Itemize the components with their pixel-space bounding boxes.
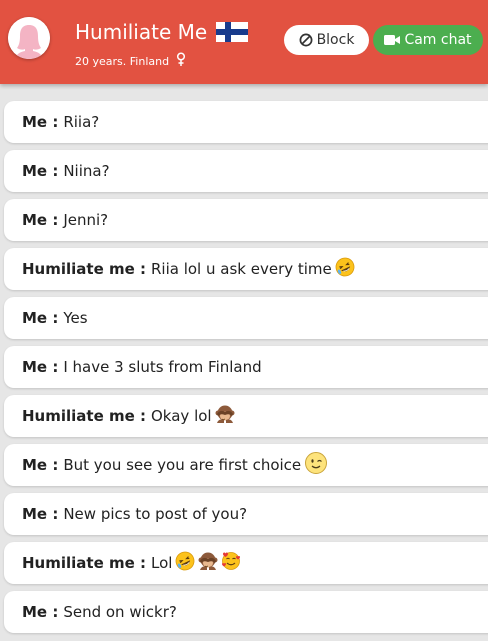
- finland-flag-icon: [215, 22, 248, 42]
- contact-name: Humiliate Me: [75, 19, 248, 45]
- message-sender: Me :: [22, 309, 59, 327]
- message-row: Me :I have 3 sluts from Finland: [4, 346, 488, 388]
- block-button[interactable]: Block: [284, 25, 369, 55]
- message-row: Me : Send on wickr?: [4, 591, 488, 633]
- message-sender: Humiliate me :: [22, 554, 146, 572]
- message-sender: Humiliate me :: [22, 260, 146, 278]
- rofl-emoji-icon: [175, 551, 195, 575]
- contact-subtitle: 20 years. Finland: [75, 52, 186, 70]
- cam-chat-button[interactable]: Cam chat: [373, 25, 483, 55]
- contact-name-text: Humiliate Me: [75, 20, 208, 44]
- message-text: Send on wickr?: [63, 603, 177, 621]
- message-sender: Humiliate me :: [22, 407, 146, 425]
- message-row: Me : But you see you are first choice: [4, 444, 488, 486]
- message-sender: Me :: [22, 505, 59, 523]
- see-no-evil-monkey-emoji-icon: [198, 551, 218, 575]
- message-row: Me : Yes: [4, 297, 488, 339]
- female-symbol-icon: [176, 52, 185, 66]
- avatar[interactable]: [8, 17, 50, 59]
- message-sender: Me :: [22, 358, 59, 376]
- message-row: Me : Riia?: [4, 101, 488, 143]
- cam-chat-button-label: Cam chat: [404, 32, 472, 48]
- message-text: Riia lol u ask every time: [151, 260, 332, 278]
- message-text: Niina?: [63, 162, 110, 180]
- message-text: I have 3 sluts from Finland: [63, 358, 262, 376]
- message-text: But you see you are first choice: [63, 456, 302, 474]
- message-text: Yes: [63, 309, 88, 327]
- message-sender: Me :: [22, 211, 59, 229]
- message-sender: Me :: [22, 113, 59, 131]
- message-row: Humiliate me : Okay lol: [4, 395, 488, 437]
- message-sender: Me :: [22, 603, 59, 621]
- message-sender: Me :: [22, 456, 59, 474]
- message-row: Humiliate me : Riia lol u ask every time: [4, 248, 488, 290]
- see-no-evil-monkey-emoji-icon: [215, 404, 235, 428]
- chat-header: Humiliate Me 20 years. Finland Block Cam…: [0, 0, 488, 84]
- block-icon: [299, 33, 313, 47]
- wink-emoji-icon: [304, 451, 328, 479]
- smiling-face-with-hearts-emoji-icon: [221, 551, 241, 575]
- message-sender: Me :: [22, 162, 59, 180]
- block-button-label: Block: [316, 32, 355, 48]
- avatar-placeholder-icon: [8, 17, 50, 59]
- video-camera-icon: [384, 35, 401, 45]
- contact-age-country: 20 years. Finland: [75, 55, 170, 68]
- message-text: Riia?: [63, 113, 100, 131]
- message-row: Humiliate me : Lol: [4, 542, 488, 584]
- message-row: Me : Niina?: [4, 150, 488, 192]
- message-text: Okay lol: [151, 407, 212, 425]
- message-text: New pics to post of you?: [63, 505, 248, 523]
- message-row: Me : New pics to post of you?: [4, 493, 488, 535]
- message-text: Lol: [151, 554, 173, 572]
- rofl-emoji-icon: [335, 257, 355, 281]
- message-row: Me : Jenni?: [4, 199, 488, 241]
- message-text: Jenni?: [63, 211, 109, 229]
